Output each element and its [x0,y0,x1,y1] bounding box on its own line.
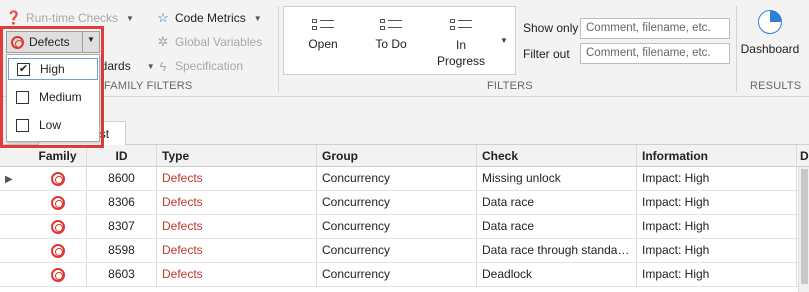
runtime-checks-button[interactable]: ❓ Run-time Checks ▼ [6,8,134,28]
column-header-information[interactable]: Information [637,145,797,166]
cell-id: 8598 [87,239,157,262]
defect-family-icon [50,267,65,282]
filter-todo-button[interactable]: To Do [356,7,426,76]
filter-out-label: Filter out [523,47,570,61]
filters-group-label: FILTERS [487,80,533,92]
menu-item-medium[interactable]: Medium [8,86,98,108]
divider [278,6,279,92]
impact-dropdown-menu: ✔ High Medium Low [6,54,100,142]
chevron-down-icon[interactable]: ▼ [87,35,95,44]
defect-family-icon [11,35,24,49]
specification-button[interactable]: ϟ Specification [155,56,244,76]
menu-item-high[interactable]: ✔ High [8,58,98,80]
chevron-down-icon: ▼ [146,61,155,71]
cell-group: Concurrency [317,191,477,214]
cell-check: Deadlock [477,263,637,286]
cell-group: Concurrency [317,239,477,262]
global-variables-icon: ✲ [157,34,169,49]
cell-id: 8603 [87,263,157,286]
lightning-icon: ϟ [159,58,167,74]
cell-group: Concurrency [317,167,477,190]
family-filter-dropdown-highlight: Defects ▼ ✔ High Medium Low [0,26,104,148]
cell-information: Impact: High [637,263,797,286]
cell-type: Defects [157,191,317,214]
table-row[interactable]: 8306 Defects Concurrency Data race Impact: H… [0,191,809,215]
column-header-check[interactable]: Check [477,145,637,166]
chevron-down-icon: ▼ [126,13,134,23]
cell-check: Data race [477,215,637,238]
defect-family-icon [50,171,65,186]
family-filters-group-label: FAMILY FILTERS [104,80,193,92]
cell-check: Data race [477,191,637,214]
menu-item-low[interactable]: Low [8,114,98,136]
results-table: Family ID Type Group Check Information D… [0,145,809,287]
pie-chart-icon [758,10,782,34]
star-icon: ☆ [157,10,169,25]
list-icon [450,17,472,33]
list-icon [312,17,334,33]
defect-family-icon [50,219,65,234]
cell-check: Data race through standard library funct… [477,239,637,262]
show-only-input[interactable]: Comment, filename, etc. [580,18,730,39]
cell-id: 8306 [87,191,157,214]
runtime-checks-icon: ❓ [5,10,23,25]
table-row[interactable]: 8307 Defects Concurrency Data race Impact: H… [0,215,809,239]
table-header: Family ID Type Group Check Information D [0,145,809,167]
global-variables-button[interactable]: ✲ Global Variables [155,32,263,52]
table-body: ▶ 8600 Defects Concurrency Missing unlock Imp… [0,167,809,287]
defect-family-icon [50,195,65,210]
filter-out-input[interactable]: Comment, filename, etc. [580,43,730,64]
cell-information: Impact: High [637,191,797,214]
filter-in-progress-button[interactable]: In Progress [426,7,496,76]
status-filter-buttons: Open To Do In Progress [283,6,516,75]
list-icon [380,17,402,33]
tab-strip: Results List [0,97,809,145]
ribbon: ❓ Run-time Checks ▼ ☆ Code Metrics ▼ ✲ G… [0,0,809,97]
defect-family-icon [50,243,65,258]
cell-information: Impact: High [637,239,797,262]
cell-check: Missing unlock [477,167,637,190]
cell-type: Defects [157,215,317,238]
current-row-indicator: ▶ [5,174,13,185]
divider [736,6,737,92]
column-header-family[interactable]: Family [29,145,87,166]
cell-id: 8600 [87,167,157,190]
filter-open-button[interactable]: Open [288,7,358,76]
more-filters-chevron-icon[interactable]: ▼ [500,36,508,45]
cell-type: Defects [157,239,317,262]
table-row[interactable]: ▶ 8600 Defects Concurrency Missing unlock Imp… [0,167,809,191]
cell-group: Concurrency [317,263,477,286]
cell-type: Defects [157,167,317,190]
dashboard-button[interactable]: Dashboard [740,10,800,56]
results-group-label: RESULTS [750,80,802,92]
cell-id: 8307 [87,215,157,238]
checkbox-low[interactable] [16,118,29,132]
scrollbar-thumb[interactable] [801,169,808,284]
column-header-detail[interactable]: D [797,145,809,166]
code-metrics-button[interactable]: ☆ Code Metrics ▼ [155,8,262,28]
column-header-type[interactable]: Type [157,145,317,166]
checkbox-medium[interactable] [16,90,29,104]
checkbox-high[interactable]: ✔ [17,62,30,76]
show-only-label: Show only [523,21,579,35]
cell-type: Defects [157,263,317,286]
chevron-down-icon: ▼ [253,13,262,23]
table-row[interactable]: 8603 Defects Concurrency Deadlock Impact: Hi… [0,263,809,287]
column-header-id[interactable]: ID [87,145,157,166]
cell-information: Impact: High [637,167,797,190]
vertical-scrollbar[interactable] [798,167,809,292]
cell-group: Concurrency [317,215,477,238]
defects-dropdown-button[interactable]: Defects ▼ [6,31,100,53]
table-row[interactable]: 8598 Defects Concurrency Data race through … [0,239,809,263]
column-header-group[interactable]: Group [317,145,477,166]
cell-information: Impact: High [637,215,797,238]
